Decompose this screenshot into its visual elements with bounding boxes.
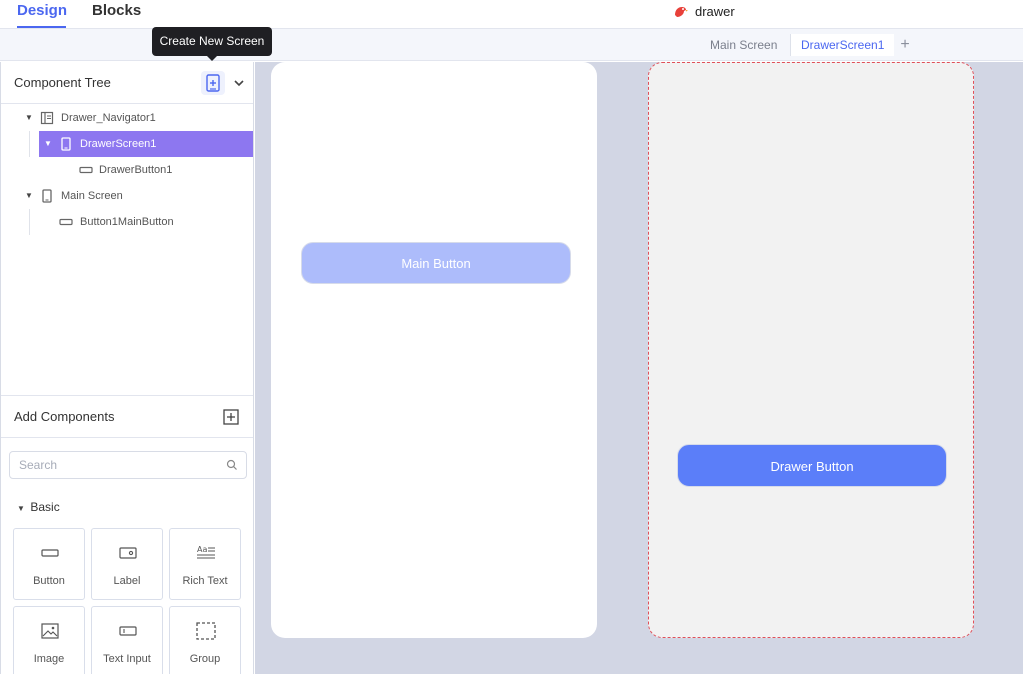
component-label: Text Input xyxy=(103,653,151,665)
component-label: Group xyxy=(189,653,221,665)
rich-text-icon: Aa xyxy=(197,545,215,559)
top-bar: Design Blocks drawer xyxy=(0,0,1023,29)
tree-item-main-button[interactable]: Button1MainButton xyxy=(41,209,253,235)
caret-down-icon[interactable]: ▼ xyxy=(24,183,34,209)
phone-icon xyxy=(42,189,52,203)
tree-item-label: Main Screen xyxy=(61,190,123,202)
tree-guide xyxy=(29,209,30,235)
add-screen-tab-icon[interactable]: + xyxy=(897,34,913,56)
tab-blocks[interactable]: Blocks xyxy=(92,0,144,28)
component-label: Image xyxy=(33,653,65,665)
new-screen-icon xyxy=(206,74,220,92)
search-icon xyxy=(226,459,237,470)
tree-guide xyxy=(29,131,30,157)
main-button[interactable]: Main Button xyxy=(301,242,571,284)
tree-item-label: DrawerButton1 xyxy=(99,164,173,176)
add-components-title: Add Components xyxy=(14,409,115,424)
label-icon xyxy=(119,547,137,559)
tree-item-drawer-navigator[interactable]: ▼ Drawer_Navigator1 xyxy=(21,105,253,131)
component-label: Rich Text xyxy=(182,575,228,587)
component-label[interactable]: Label xyxy=(91,528,163,600)
caret-down-icon[interactable]: ▼ xyxy=(24,105,34,131)
component-image[interactable]: Image xyxy=(13,606,85,674)
button-icon xyxy=(79,166,93,174)
phone-icon xyxy=(61,137,71,151)
component-label: Button xyxy=(33,575,65,587)
component-tree-title: Component Tree xyxy=(14,75,111,90)
main-screen-preview[interactable]: Main Button xyxy=(271,62,597,638)
component-rich-text[interactable]: Aa Rich Text xyxy=(169,528,241,600)
tree-item-label: DrawerScreen1 xyxy=(80,138,157,150)
component-tree-header: Component Tree xyxy=(1,62,253,104)
chevron-down-icon[interactable] xyxy=(233,75,245,91)
tree-item-label: Button1MainButton xyxy=(80,216,174,228)
text-input-icon xyxy=(119,626,137,636)
search-input[interactable] xyxy=(19,457,219,473)
tree-item-drawer-screen[interactable]: ▼ DrawerScreen1 xyxy=(39,131,253,157)
caret-down-icon[interactable]: ▼ xyxy=(43,131,53,157)
button-icon xyxy=(41,549,59,557)
component-label-text: Label xyxy=(113,575,141,587)
screen-tab-main[interactable]: Main Screen xyxy=(700,34,787,56)
category-label: Basic xyxy=(30,500,60,514)
add-square-icon[interactable] xyxy=(223,409,239,425)
project-name: drawer xyxy=(695,3,735,19)
tree-item-main-screen[interactable]: ▼ Main Screen xyxy=(21,183,253,209)
category-basic[interactable]: ▼ Basic xyxy=(17,498,60,516)
create-new-screen-button[interactable] xyxy=(201,71,225,95)
create-screen-tooltip: Create New Screen xyxy=(152,27,272,61)
left-panel: Component Tree ▼ Drawer_Navigator1 ▼ Dra… xyxy=(0,62,254,674)
navigator-icon xyxy=(40,111,54,125)
tab-design[interactable]: Design xyxy=(17,0,67,28)
button-icon xyxy=(59,218,73,226)
add-components-header: Add Components xyxy=(1,395,253,438)
component-group[interactable]: Group xyxy=(169,606,241,674)
component-button[interactable]: Button xyxy=(13,528,85,600)
screen-tab-drawer[interactable]: DrawerScreen1 xyxy=(790,34,895,56)
image-icon xyxy=(41,623,59,639)
component-tree: ▼ Drawer_Navigator1 ▼ DrawerScreen1 Draw… xyxy=(1,105,253,395)
component-search xyxy=(9,451,247,479)
caret-down-icon: ▼ xyxy=(17,504,25,513)
tree-item-label: Drawer_Navigator1 xyxy=(61,112,156,124)
design-canvas[interactable]: Main Button Drawer Button xyxy=(255,62,1023,674)
bird-logo-icon xyxy=(675,7,688,17)
tree-item-drawer-button[interactable]: DrawerButton1 xyxy=(61,157,253,183)
drawer-screen-preview[interactable]: Drawer Button xyxy=(648,62,974,638)
component-text-input[interactable]: Text Input xyxy=(91,606,163,674)
drawer-button[interactable]: Drawer Button xyxy=(677,444,947,487)
svg-text:Aa: Aa xyxy=(197,545,207,554)
group-icon xyxy=(196,622,216,640)
project-title: drawer xyxy=(672,2,735,20)
